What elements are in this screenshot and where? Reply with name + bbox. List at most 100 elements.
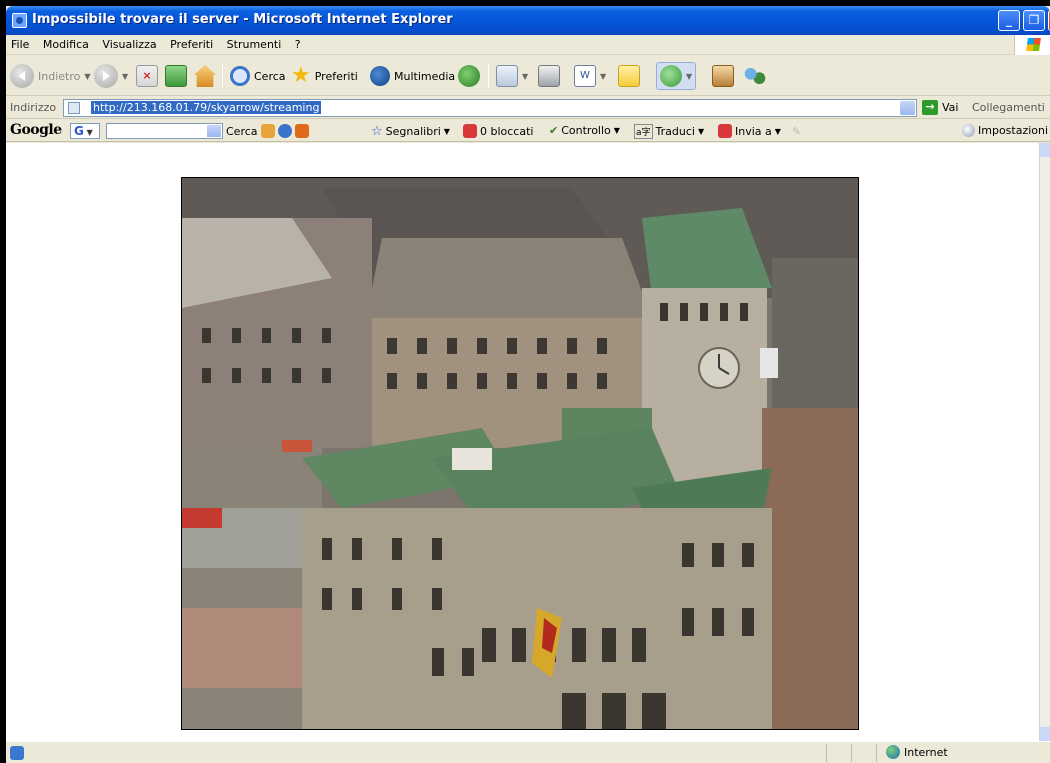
menu-modifica[interactable]: Modifica — [38, 35, 94, 54]
google-check-label: Controllo — [561, 124, 611, 137]
browser-window: Impossibile trovare il server - Microsof… — [6, 6, 1050, 763]
minimize-button[interactable]: _ — [998, 10, 1020, 31]
chevron-down-icon: ▼ — [122, 71, 129, 81]
standard-toolbar: Indietro ▼ ▼ × Cerca ★ Preferiti Multime… — [6, 56, 1050, 96]
messenger-icon — [660, 65, 682, 87]
scroll-up-button[interactable] — [1040, 143, 1050, 157]
google-search-button[interactable]: Cerca — [226, 124, 309, 138]
address-url[interactable]: http://213.168.01.79/skyarrow/streaming — [91, 101, 322, 114]
folder-icon — [618, 65, 640, 87]
security-zone[interactable]: Internet — [886, 745, 948, 759]
arrow-right-icon — [94, 64, 118, 88]
address-bar: Indirizzo http://213.168.01.79/skyarrow/… — [6, 97, 1050, 119]
news-icon[interactable] — [260, 124, 275, 138]
menu-strumenti[interactable]: Strumenti — [222, 35, 287, 54]
people-button[interactable] — [744, 62, 766, 90]
google-translate-button[interactable]: a字 Traduci ▼ — [634, 124, 704, 139]
people-icon — [744, 65, 766, 87]
favorites-button[interactable]: ★ Preferiti — [291, 62, 358, 90]
history-button[interactable] — [458, 62, 480, 90]
back-label: Indietro — [38, 69, 81, 83]
menu-visualizza[interactable]: Visualizza — [97, 35, 161, 54]
research-button[interactable] — [712, 62, 734, 90]
refresh-button[interactable] — [165, 62, 187, 90]
folder-button[interactable] — [618, 62, 640, 90]
search-label: Cerca — [254, 69, 286, 83]
mail-button[interactable]: ▼ — [496, 62, 528, 90]
stop-icon: × — [136, 65, 158, 87]
scroll-down-button[interactable] — [1040, 727, 1050, 741]
magnifier-icon — [230, 66, 250, 86]
refresh-icon — [165, 65, 187, 87]
back-button[interactable]: Indietro ▼ — [10, 62, 91, 90]
google-bookmarks-label: Segnalibri — [385, 125, 441, 138]
google-popup-blocker[interactable]: 0 bloccati — [463, 124, 533, 138]
star-icon: ☆ — [371, 124, 383, 139]
media-icon — [370, 66, 390, 86]
menu-preferiti[interactable]: Preferiti — [165, 35, 218, 54]
popup-icon[interactable] — [294, 124, 309, 138]
translate-icon: a字 — [634, 124, 653, 139]
site-search-icon[interactable] — [277, 124, 292, 138]
google-bookmarks-button[interactable]: ☆ Segnalibri ▼ — [371, 124, 450, 139]
go-button[interactable]: → Vai — [922, 100, 958, 115]
media-button[interactable]: Multimedia — [370, 62, 455, 90]
settings-icon — [962, 124, 975, 137]
ie-app-icon[interactable] — [12, 13, 27, 28]
edit-button[interactable]: W ▼ — [574, 62, 606, 90]
menu-bar: File Modifica Visualizza Preferiti Strum… — [6, 35, 1050, 55]
google-logo[interactable]: Google — [10, 122, 62, 138]
google-g-button[interactable]: G ▼ — [70, 123, 100, 139]
maximize-button[interactable]: ❐ — [1023, 10, 1045, 31]
messenger-button[interactable]: ▼ — [656, 62, 697, 90]
print-button[interactable] — [538, 62, 560, 90]
window-title: Impossibile trovare il server - Microsof… — [32, 12, 453, 27]
go-label: Vai — [942, 101, 959, 114]
address-input[interactable]: http://213.168.01.79/skyarrow/streaming — [63, 99, 917, 117]
menu-help[interactable]: ? — [290, 35, 306, 54]
favorites-label: Preferiti — [314, 69, 358, 83]
forward-button[interactable]: ▼ — [94, 62, 128, 90]
search-button[interactable]: Cerca — [230, 62, 286, 90]
star-icon: ★ — [291, 63, 311, 88]
mail-icon — [496, 65, 518, 87]
status-bar: Internet — [6, 741, 1050, 763]
google-g-label: G — [74, 124, 84, 138]
address-label: Indirizzo — [10, 101, 57, 114]
vertical-scrollbar[interactable] — [1039, 143, 1050, 741]
streaming-image — [181, 177, 859, 730]
send-icon — [718, 124, 732, 138]
status-divider — [826, 744, 827, 762]
title-bar: Impossibile trovare il server - Microsof… — [6, 6, 1050, 35]
zone-label: Internet — [904, 745, 948, 759]
page-icon — [68, 102, 80, 114]
page-status-icon — [10, 746, 24, 760]
stop-button[interactable]: × — [136, 62, 158, 90]
page-content — [6, 143, 1039, 741]
google-search-input[interactable] — [106, 123, 223, 139]
research-icon — [712, 65, 734, 87]
chevron-down-icon: ▼ — [686, 71, 693, 81]
globe-icon — [886, 745, 900, 759]
google-spellcheck-button[interactable]: ✔ Controllo ▼ — [549, 124, 620, 137]
google-translate-label: Traduci — [655, 125, 695, 138]
chevron-down-icon: ▼ — [600, 71, 607, 81]
home-button[interactable] — [194, 62, 216, 90]
google-settings-button[interactable]: Impostazioni▼ — [962, 124, 1050, 137]
google-search-dropdown[interactable] — [207, 125, 221, 137]
google-toolbar: Google G ▼ Cerca ☆ Segnalibri ▼ 0 bloccat… — [6, 120, 1050, 142]
menu-file[interactable]: File — [6, 35, 34, 54]
word-icon: W — [574, 65, 596, 87]
links-button[interactable]: Collegamenti — [972, 101, 1045, 114]
chevron-down-icon: ▼ — [522, 71, 529, 81]
google-settings-label: Impostazioni — [978, 124, 1049, 137]
printer-icon — [538, 65, 560, 87]
go-arrow-icon: → — [922, 100, 938, 115]
aerial-town-hall-photo — [182, 178, 858, 729]
google-send-button[interactable]: Invia a ▼ ✎ — [718, 124, 801, 138]
google-send-label: Invia a — [735, 124, 772, 138]
popup-blocker-icon — [463, 124, 477, 138]
highlighter-icon[interactable]: ✎ — [792, 125, 801, 138]
address-dropdown-button[interactable] — [900, 101, 915, 115]
google-blocked-label: 0 bloccati — [480, 124, 534, 138]
